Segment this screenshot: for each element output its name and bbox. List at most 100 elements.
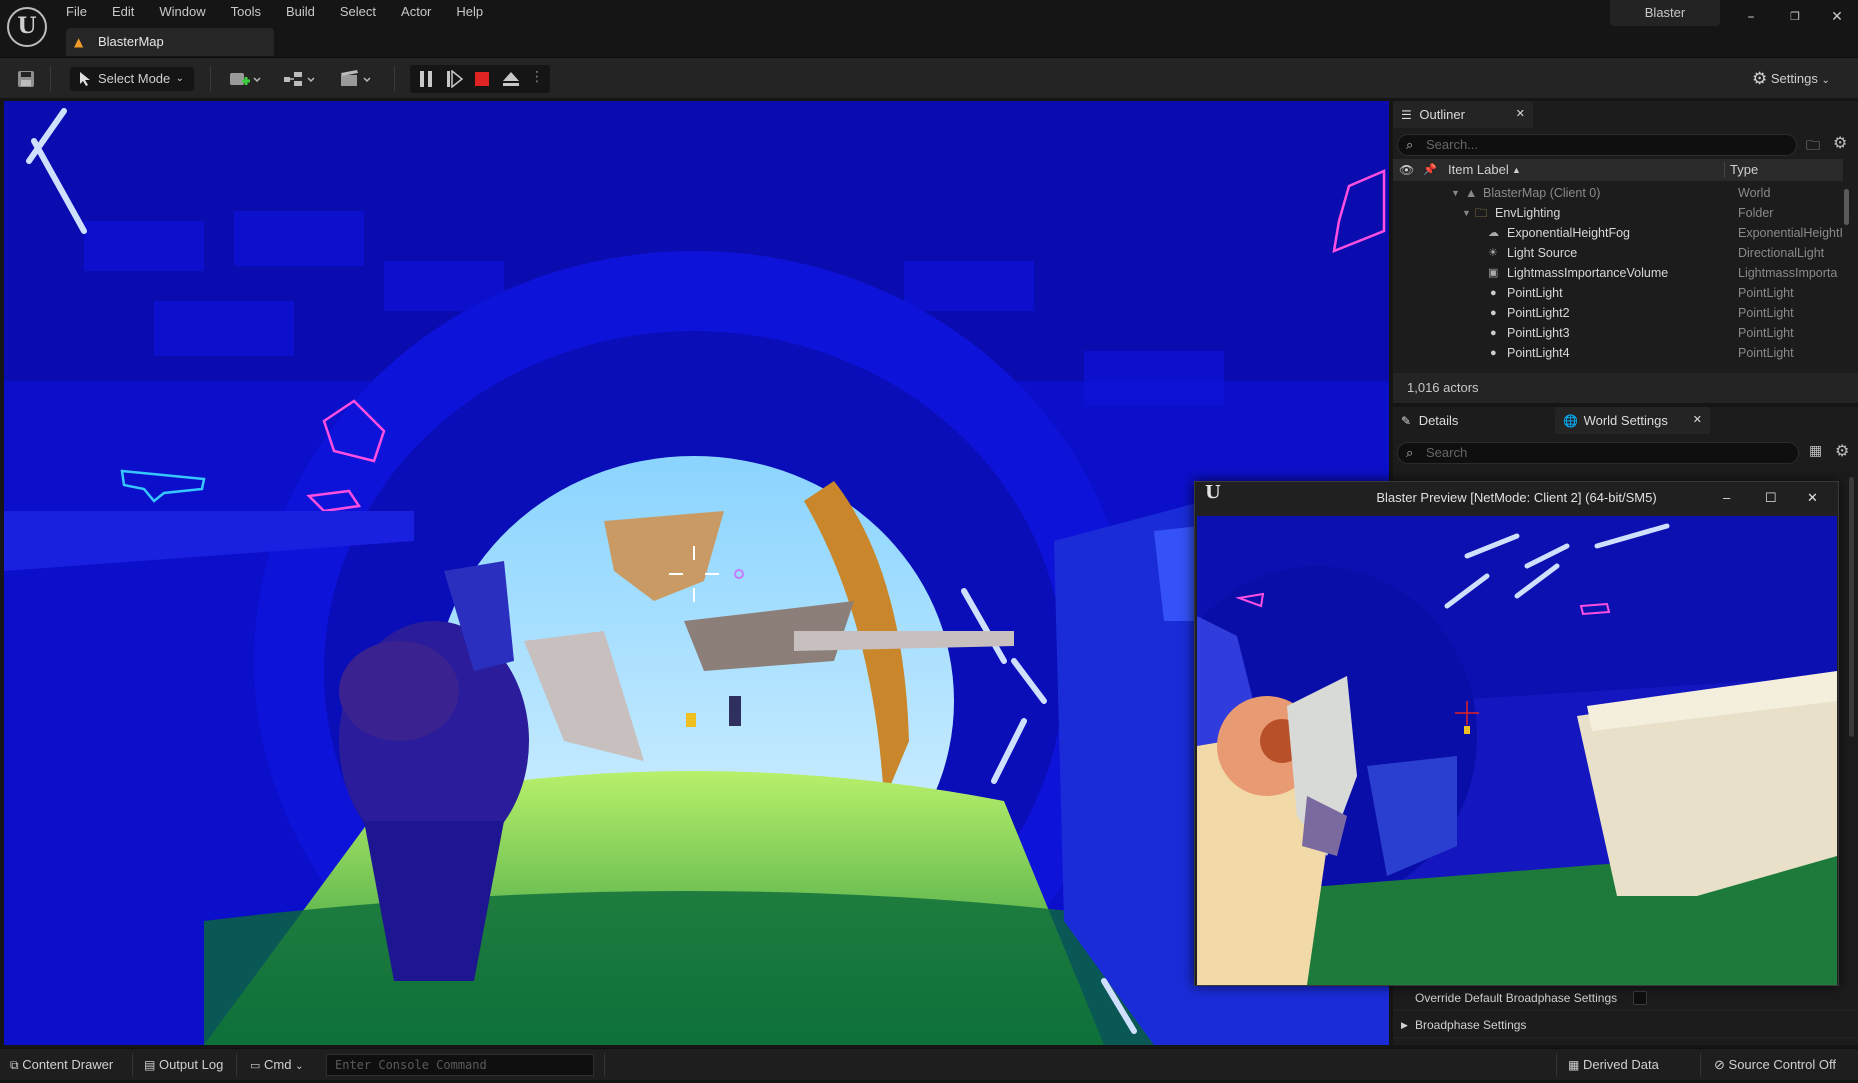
menu-window[interactable]: Window (159, 2, 217, 22)
menu-file[interactable]: File (66, 2, 99, 22)
content-drawer-button[interactable]: ⧉ Content Drawer (10, 1049, 113, 1081)
add-actor-button[interactable] (228, 67, 264, 91)
preview-scene (1197, 516, 1837, 985)
menu-help[interactable]: Help (456, 2, 495, 22)
chevron-down-icon: ⌄ (175, 73, 184, 84)
outliner-row[interactable]: ▣ LightmassImportanceVolume LightmassImp… (1393, 263, 1843, 283)
eject-icon[interactable] (502, 70, 520, 92)
source-control-button[interactable]: ⊘ Source Control Off (1714, 1049, 1836, 1081)
volume-icon: ▣ (1488, 267, 1499, 279)
outliner-search-input[interactable]: ⌕ Search... (1397, 134, 1797, 156)
cmd-dropdown[interactable]: ▭ Cmd ⌄ (250, 1049, 304, 1081)
outliner-row[interactable]: ▼ ▲ BlasterMap (Client 0) World (1393, 183, 1843, 203)
preview-title-bar[interactable]: U Blaster Preview [NetMode: Client 2] (6… (1195, 482, 1838, 514)
settings-button[interactable]: ⚙ Settings ⌄ (1752, 67, 1852, 91)
details-tab-label: Details (1418, 413, 1459, 428)
outliner-row[interactable]: ▼ 🗀 EnvLighting Folder (1393, 203, 1843, 223)
maximize-icon[interactable]: ☐ (1765, 482, 1777, 514)
tab-world-settings[interactable]: 🌐 World Settings ✕ (1555, 407, 1710, 434)
bulb-icon: ● (1490, 307, 1497, 319)
select-mode-dropdown[interactable]: Select Mode ⌄ (70, 67, 194, 91)
menu-actor[interactable]: Actor (401, 2, 443, 22)
column-item-label[interactable]: Item Label (1448, 159, 1509, 181)
tab-details[interactable]: ✎ Details (1393, 407, 1553, 434)
toolbar-divider (394, 66, 395, 92)
chevron-down-icon: ⌄ (295, 1061, 304, 1072)
row-name: PointLight4 (1507, 346, 1570, 360)
column-divider (1724, 162, 1725, 178)
gear-icon[interactable]: ⚙ (1833, 133, 1847, 152)
restore-icon[interactable]: ❐ (1780, 4, 1810, 30)
menu-tools[interactable]: Tools (231, 2, 273, 22)
console-command-input[interactable]: Enter Console Command (326, 1054, 594, 1076)
details-search-input[interactable]: ⌕ Search (1397, 442, 1799, 464)
outliner-row[interactable]: ● PointLight4 PointLight (1393, 343, 1843, 363)
cinematics-button[interactable] (338, 67, 374, 91)
expand-arrow-icon[interactable]: ▼ (1451, 183, 1460, 203)
add-folder-icon[interactable]: 🗀 (1806, 135, 1820, 159)
outliner-tab-label: Outliner (1419, 107, 1465, 122)
close-tab-icon[interactable]: ✕ (1516, 101, 1525, 128)
pencil-icon: ✎ (1401, 414, 1412, 428)
bottom-divider (132, 1053, 133, 1077)
level-viewport[interactable] (4, 101, 1389, 1045)
close-icon[interactable]: ✕ (1807, 482, 1818, 514)
unreal-logo-icon[interactable]: U (7, 7, 47, 47)
bottom-divider (236, 1053, 237, 1077)
outliner-scrollbar[interactable] (1844, 189, 1849, 225)
column-type[interactable]: Type (1730, 159, 1758, 181)
blueprint-button[interactable] (282, 67, 318, 91)
level-warning-icon: ▲ (74, 35, 84, 49)
outliner-row[interactable]: ● PointLight2 PointLight (1393, 303, 1843, 323)
tab-blastermap[interactable]: ▲ BlasterMap (66, 28, 274, 56)
table-view-icon[interactable]: ▦ (1809, 443, 1822, 459)
output-log-button[interactable]: ▤ Output Log (144, 1049, 223, 1081)
terminal-icon: ▭ (250, 1060, 261, 1072)
bulb-icon: ● (1490, 327, 1497, 339)
preview-viewport[interactable] (1197, 516, 1837, 985)
override-broadphase-checkbox[interactable] (1633, 991, 1647, 1005)
preview-title: Blaster Preview [NetMode: Client 2] (64-… (1376, 490, 1657, 505)
close-tab-icon[interactable]: ✕ (1693, 407, 1702, 434)
bulb-icon: ● (1490, 347, 1497, 359)
close-icon[interactable]: ✕ (1822, 4, 1852, 30)
minimize-icon[interactable]: – (1723, 482, 1730, 514)
expand-arrow-icon[interactable]: ▼ (1462, 203, 1471, 223)
save-icon[interactable] (16, 67, 38, 91)
viewport-scene (4, 101, 1389, 1045)
pin-icon[interactable]: 📌 (1423, 159, 1437, 181)
menu-select[interactable]: Select (340, 2, 388, 22)
row-name: BlasterMap (Client 0) (1483, 186, 1601, 200)
outliner-row[interactable]: ☁ ExponentialHeightFog ExponentialHeight… (1393, 223, 1843, 243)
row-name: PointLight2 (1507, 306, 1570, 320)
search-icon: ⌕ (1406, 445, 1414, 460)
stop-icon[interactable] (474, 71, 490, 91)
visibility-eye-icon[interactable]: 👁 (1399, 159, 1414, 181)
row-type: World (1738, 186, 1771, 200)
outliner-search-placeholder: Search... (1426, 137, 1479, 152)
menu-build[interactable]: Build (286, 2, 327, 22)
outliner-row[interactable]: ● PointLight PointLight (1393, 283, 1843, 303)
source-control-label: Source Control Off (1728, 1057, 1836, 1072)
gear-icon[interactable]: ⚙ (1835, 441, 1849, 460)
broadphase-settings-row[interactable]: ▶ Broadphase Settings (1393, 1012, 1858, 1038)
bottom-divider (1700, 1053, 1701, 1077)
row-name: EnvLighting (1495, 206, 1561, 220)
menu-edit[interactable]: Edit (112, 2, 146, 22)
more-options-icon[interactable]: ⋮ (530, 69, 544, 85)
details-search-placeholder: Search (1426, 445, 1468, 460)
tab-outliner[interactable]: ☰ Outliner ✕ (1393, 101, 1533, 128)
fog-icon: ☁ (1488, 227, 1499, 239)
minimize-icon[interactable]: – (1736, 4, 1766, 30)
skip-frame-icon[interactable] (446, 69, 464, 92)
log-icon: ▤ (144, 1058, 156, 1072)
pause-icon[interactable] (418, 70, 434, 92)
expand-arrow-icon[interactable]: ▶ (1401, 1012, 1408, 1038)
preview-window[interactable]: U Blaster Preview [NetMode: Client 2] (6… (1194, 481, 1839, 986)
override-broadphase-label: Override Default Broadphase Settings (1415, 991, 1618, 1005)
details-scrollbar[interactable] (1849, 477, 1854, 737)
outliner-row[interactable]: ☀ Light Source DirectionalLight (1393, 243, 1843, 263)
outliner-row[interactable]: ● PointLight3 PointLight (1393, 323, 1843, 343)
derived-data-button[interactable]: ▦ Derived Data (1568, 1049, 1659, 1081)
toolbar-divider (50, 66, 51, 92)
